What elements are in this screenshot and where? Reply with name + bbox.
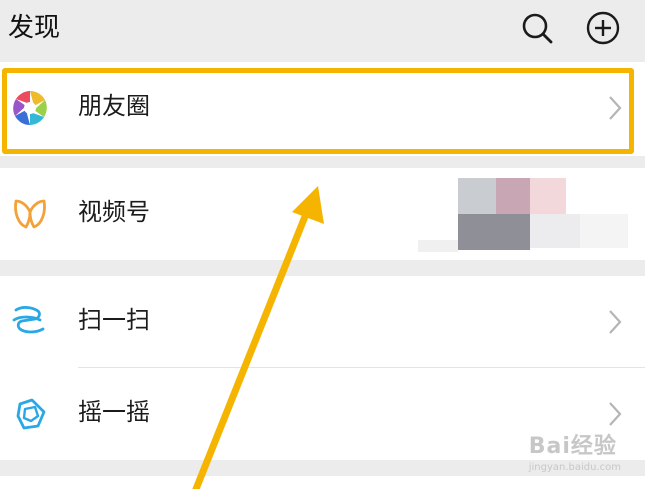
next-card-edge <box>0 476 645 489</box>
chevron-right-icon <box>607 400 623 428</box>
scan-icon <box>10 302 50 342</box>
blurred-thumbnail <box>418 178 633 258</box>
channels-card: 视频号 <box>0 168 645 260</box>
menu-item-scan-label: 扫一扫 <box>78 306 150 334</box>
page-title: 发现 <box>8 13 61 43</box>
plus-circle-icon[interactable] <box>585 10 621 46</box>
menu-item-scan[interactable]: 扫一扫 <box>0 276 645 368</box>
highlight-box <box>2 68 634 154</box>
watermark-brand: Bai经验 <box>528 434 617 459</box>
search-icon[interactable] <box>519 10 555 46</box>
top-bar: 发现 <box>0 0 645 60</box>
menu-item-channels[interactable]: 视频号 <box>0 168 645 260</box>
watermark: Bai经验 jingyan.baidu.com <box>529 428 621 473</box>
menu-item-channels-label: 视频号 <box>78 198 150 226</box>
chevron-right-icon <box>607 308 623 336</box>
shake-icon <box>10 394 50 434</box>
channels-butterfly-icon <box>10 194 50 234</box>
watermark-url: jingyan.baidu.com <box>528 462 621 473</box>
menu-item-shake-label: 摇一摇 <box>78 398 150 426</box>
